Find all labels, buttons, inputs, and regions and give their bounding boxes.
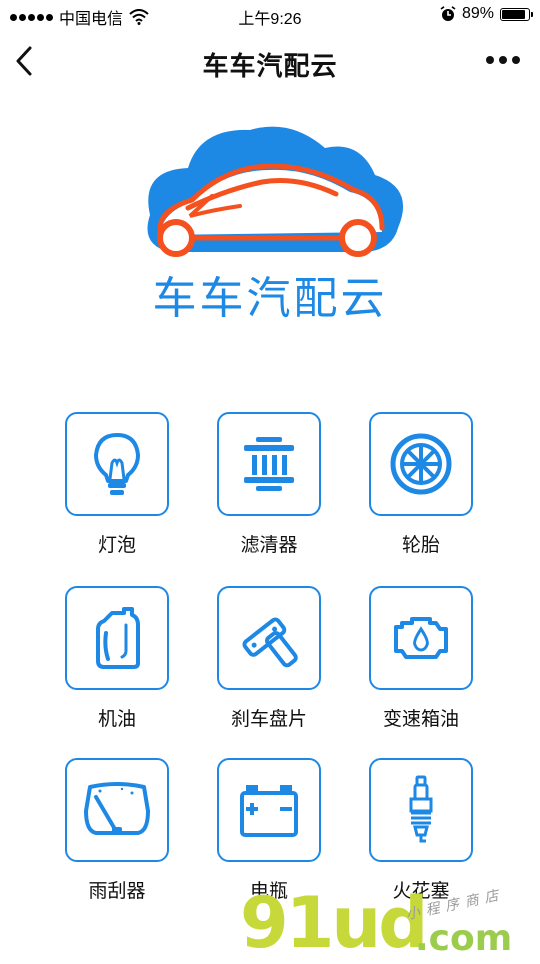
spark-plug-icon [409,775,433,843]
category-tile-oil-bottle[interactable] [65,586,169,690]
brake-pads-icon [242,617,298,668]
category-item[interactable]: 电瓶 [190,758,350,918]
category-item[interactable]: 雨刮器 [38,758,198,918]
category-item[interactable]: 火花塞 [342,758,502,918]
page-title: 车车汽配云 [202,51,338,81]
category-tile-spark-plug[interactable] [369,758,473,862]
category-item[interactable]: 轮胎 [342,412,502,572]
category-tile-engine-oil[interactable] [369,586,473,690]
more-options-icon[interactable] [484,50,522,70]
category-tile-tire[interactable] [369,412,473,516]
category-label: 变速箱油 [382,709,459,730]
category-label: 灯泡 [97,535,136,556]
battery-status-icon [500,7,533,21]
category-tile-battery[interactable] [217,758,321,862]
filter-icon [244,437,294,491]
category-label: 机油 [97,709,136,730]
category-label: 电瓶 [249,881,288,902]
engine-oil-icon [394,617,448,659]
category-label: 雨刮器 [88,881,146,902]
category-item[interactable]: 机油 [38,586,198,746]
category-label: 火花塞 [392,881,450,902]
oil-bottle-icon [96,607,140,669]
category-tile-light-bulb[interactable] [65,412,169,516]
status-right: 89% [440,5,533,23]
status-bar: 中国电信 上午9:26 89% [0,0,540,30]
category-item[interactable]: 灯泡 [38,412,198,572]
light-bulb-icon [94,433,140,495]
category-tile-filter[interactable] [217,412,321,516]
category-label: 轮胎 [401,535,440,556]
tire-icon [390,433,452,495]
battery-percent: 89% [461,5,494,22]
category-item[interactable]: 滤清器 [190,412,350,572]
nav-bar: 车车汽配云 [0,30,540,94]
category-label: 刹车盘片 [230,709,307,730]
battery-icon [240,785,298,837]
category-label: 滤清器 [240,535,298,556]
wiper-icon [84,782,150,835]
category-tile-brake-pads[interactable] [217,586,321,690]
category-tile-wiper[interactable] [65,758,169,862]
watermark-suffix-text: .com [415,918,513,959]
category-item[interactable]: 刹车盘片 [190,586,350,746]
alarm-clock-icon [440,6,456,21]
category-item[interactable]: 变速箱油 [342,586,502,746]
brand-logo-text: 车车汽配云 [152,274,388,323]
